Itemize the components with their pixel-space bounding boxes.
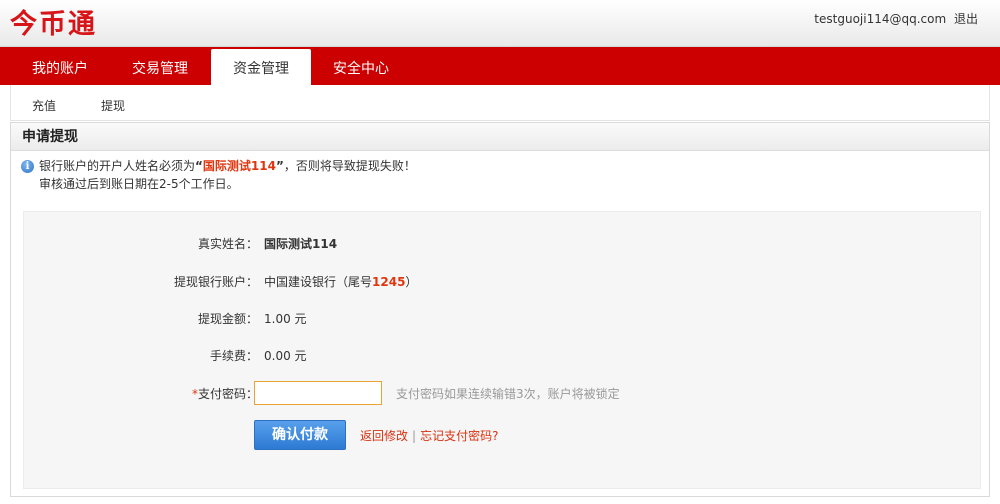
subnav-item-withdraw[interactable]: 提现 bbox=[101, 97, 125, 114]
row-amount: 提现金额： 1.00 元 bbox=[24, 309, 982, 329]
payment-password-input[interactable] bbox=[254, 381, 382, 405]
row-fee: 手续费： 0.00 元 bbox=[24, 346, 982, 366]
row-real-name: 真实姓名： 国际测试114 bbox=[24, 234, 982, 254]
password-hint: 支付密码如果连续输错3次，账户将被锁定 bbox=[396, 387, 620, 401]
fee-label: 手续费： bbox=[209, 349, 258, 363]
bank-tail-number: 1245 bbox=[372, 275, 406, 289]
nav-tab-fund-management[interactable]: 资金管理 bbox=[211, 49, 311, 85]
link-separator: | bbox=[412, 429, 417, 443]
nav-tab-trade-management[interactable]: 交易管理 bbox=[110, 49, 210, 85]
user-email: testguoji114@qq.com bbox=[814, 12, 947, 26]
nav-tab-my-account[interactable]: 我的账户 bbox=[10, 49, 110, 85]
notice-line-2: 审核通过后到账日期在2-5个工作日。 bbox=[39, 177, 239, 191]
password-label-text: 支付密码： bbox=[197, 387, 258, 401]
back-modify-link[interactable]: 返回修改 bbox=[360, 429, 408, 443]
real-name-label: 真实姓名： bbox=[197, 237, 258, 251]
quote-close: ” bbox=[275, 159, 284, 173]
forgot-password-link[interactable]: 忘记支付密码? bbox=[420, 429, 498, 443]
notice-name: 国际测试114 bbox=[202, 159, 276, 173]
panel-title: 申请提现 bbox=[11, 123, 989, 151]
fee-value: 0.00 元 bbox=[264, 349, 307, 363]
form-links: 返回修改 | 忘记支付密码? bbox=[360, 427, 498, 444]
logo[interactable]: 今币通 bbox=[10, 2, 97, 41]
top-bar: 今币通 testguoji114@qq.com 退出 bbox=[0, 0, 1000, 47]
bank-name: 中国建设银行（尾号 bbox=[264, 275, 373, 289]
main-nav: 我的账户 交易管理 资金管理 安全中心 bbox=[0, 47, 1000, 85]
withdraw-form: 真实姓名： 国际测试114 提现银行账户： 中国建设银行（尾号1245） 提现金… bbox=[23, 211, 981, 489]
bank-suffix: ） bbox=[405, 275, 418, 289]
subnav-item-recharge[interactable]: 充值 bbox=[32, 97, 56, 114]
logout-link[interactable]: 退出 bbox=[954, 12, 978, 26]
notice-suffix: ，否则将导致提现失败！ bbox=[283, 159, 416, 173]
amount-label: 提现金额： bbox=[197, 312, 258, 326]
row-password: *支付密码： 支付密码如果连续输错3次，账户将被锁定 bbox=[24, 381, 982, 405]
bank-value: 中国建设银行（尾号1245） bbox=[264, 272, 417, 292]
notice-line-1: 银行账户的开户人姓名必须为“国际测试114”，否则将导致提现失败！ bbox=[21, 157, 416, 175]
nav-tab-security-center[interactable]: 安全中心 bbox=[311, 49, 411, 85]
notice: i 银行账户的开户人姓名必须为“国际测试114”，否则将导致提现失败！ 审核通过… bbox=[21, 157, 416, 193]
bank-label: 提现银行账户： bbox=[173, 275, 258, 289]
withdraw-panel: 申请提现 i 银行账户的开户人姓名必须为“国际测试114”，否则将导致提现失败！… bbox=[10, 122, 990, 497]
confirm-payment-button[interactable]: 确认付款 bbox=[254, 420, 346, 450]
user-area: testguoji114@qq.com 退出 bbox=[814, 10, 978, 27]
info-icon: i bbox=[21, 160, 34, 173]
row-bank-account: 提现银行账户： 中国建设银行（尾号1245） bbox=[24, 272, 982, 292]
password-label: *支付密码： bbox=[192, 384, 258, 404]
notice-text: 银行账户的开户人姓名必须为 bbox=[39, 159, 196, 173]
sub-nav: 充值 提现 bbox=[10, 85, 990, 121]
amount-value: 1.00 元 bbox=[264, 312, 307, 326]
real-name-value: 国际测试114 bbox=[264, 237, 338, 251]
quote-open: “ bbox=[195, 159, 203, 173]
